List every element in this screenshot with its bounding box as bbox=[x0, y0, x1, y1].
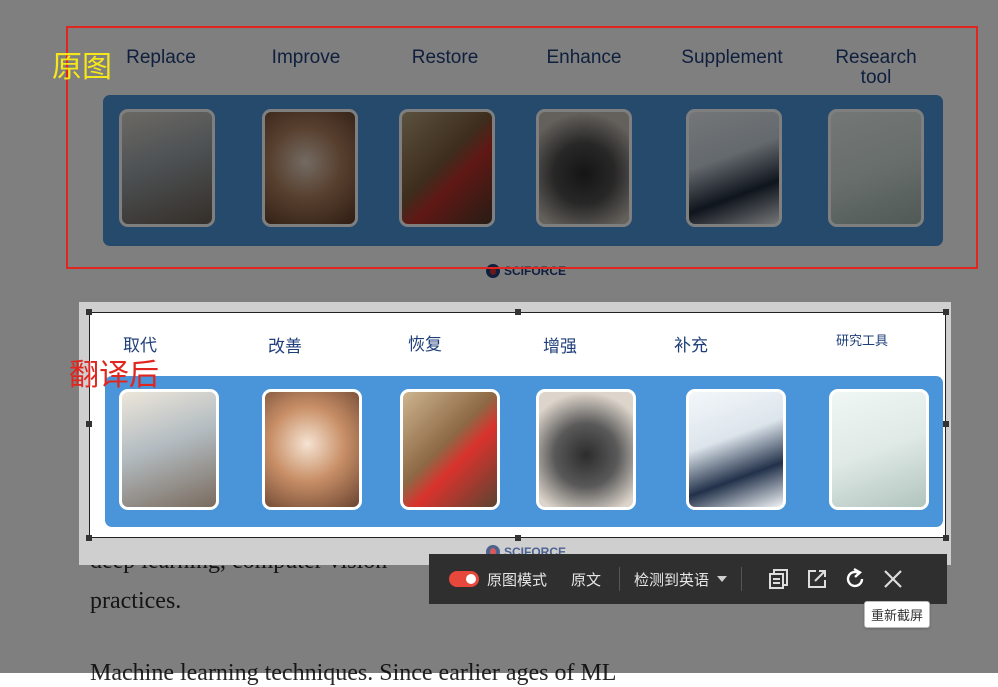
resize-handle[interactable] bbox=[515, 309, 521, 315]
wheelchair-photo bbox=[119, 389, 219, 510]
resize-handle[interactable] bbox=[86, 309, 92, 315]
resize-handle[interactable] bbox=[86, 421, 92, 427]
copy-icon[interactable] bbox=[764, 564, 794, 594]
open-external-icon[interactable] bbox=[802, 564, 832, 594]
original-highlight-frame bbox=[66, 26, 978, 269]
category-label: 改善 bbox=[268, 337, 302, 357]
retake-screenshot-tooltip: 重新截屏 bbox=[864, 601, 931, 628]
language-select[interactable]: 检测到英语 bbox=[634, 569, 728, 590]
resistance-band-photo bbox=[400, 389, 500, 510]
resize-handle[interactable] bbox=[943, 535, 949, 541]
toolbar-divider bbox=[619, 567, 621, 591]
resize-handle[interactable] bbox=[86, 535, 92, 541]
translated-image[interactable]: 取代 改善 恢复 增强 补充 研究工具 bbox=[89, 312, 946, 538]
writing-photo bbox=[686, 389, 786, 510]
page-paragraph-line: Machine learning techniques. Since earli… bbox=[90, 660, 617, 686]
refresh-icon[interactable] bbox=[840, 564, 870, 594]
translation-toolbar: 原图模式 原文 检测到英语 bbox=[429, 554, 947, 604]
page-paragraph-line: practices. bbox=[90, 588, 182, 614]
original-text-button[interactable]: 原文 bbox=[571, 569, 601, 590]
steering-wheel-photo bbox=[536, 389, 636, 510]
image-band bbox=[105, 376, 943, 527]
translated-label: 翻译后 bbox=[69, 358, 159, 393]
shoulder-electrode-photo bbox=[262, 389, 362, 510]
category-label: 补充 bbox=[674, 336, 708, 356]
original-label: 原图 bbox=[52, 50, 112, 85]
original-mode-toggle[interactable] bbox=[449, 571, 479, 587]
resize-handle[interactable] bbox=[943, 309, 949, 315]
category-label: 增强 bbox=[543, 337, 577, 357]
category-label: 研究工具 bbox=[836, 334, 889, 349]
close-icon[interactable] bbox=[878, 564, 908, 594]
category-label: 恢复 bbox=[408, 335, 442, 355]
chevron-down-icon bbox=[717, 576, 728, 582]
original-mode-label[interactable]: 原图模式 bbox=[487, 569, 547, 590]
language-label: 检测到英语 bbox=[634, 570, 710, 589]
toolbar-divider bbox=[741, 567, 743, 591]
resize-handle[interactable] bbox=[515, 535, 521, 541]
resize-handle[interactable] bbox=[943, 421, 949, 427]
mri-scanner-photo bbox=[829, 389, 929, 510]
